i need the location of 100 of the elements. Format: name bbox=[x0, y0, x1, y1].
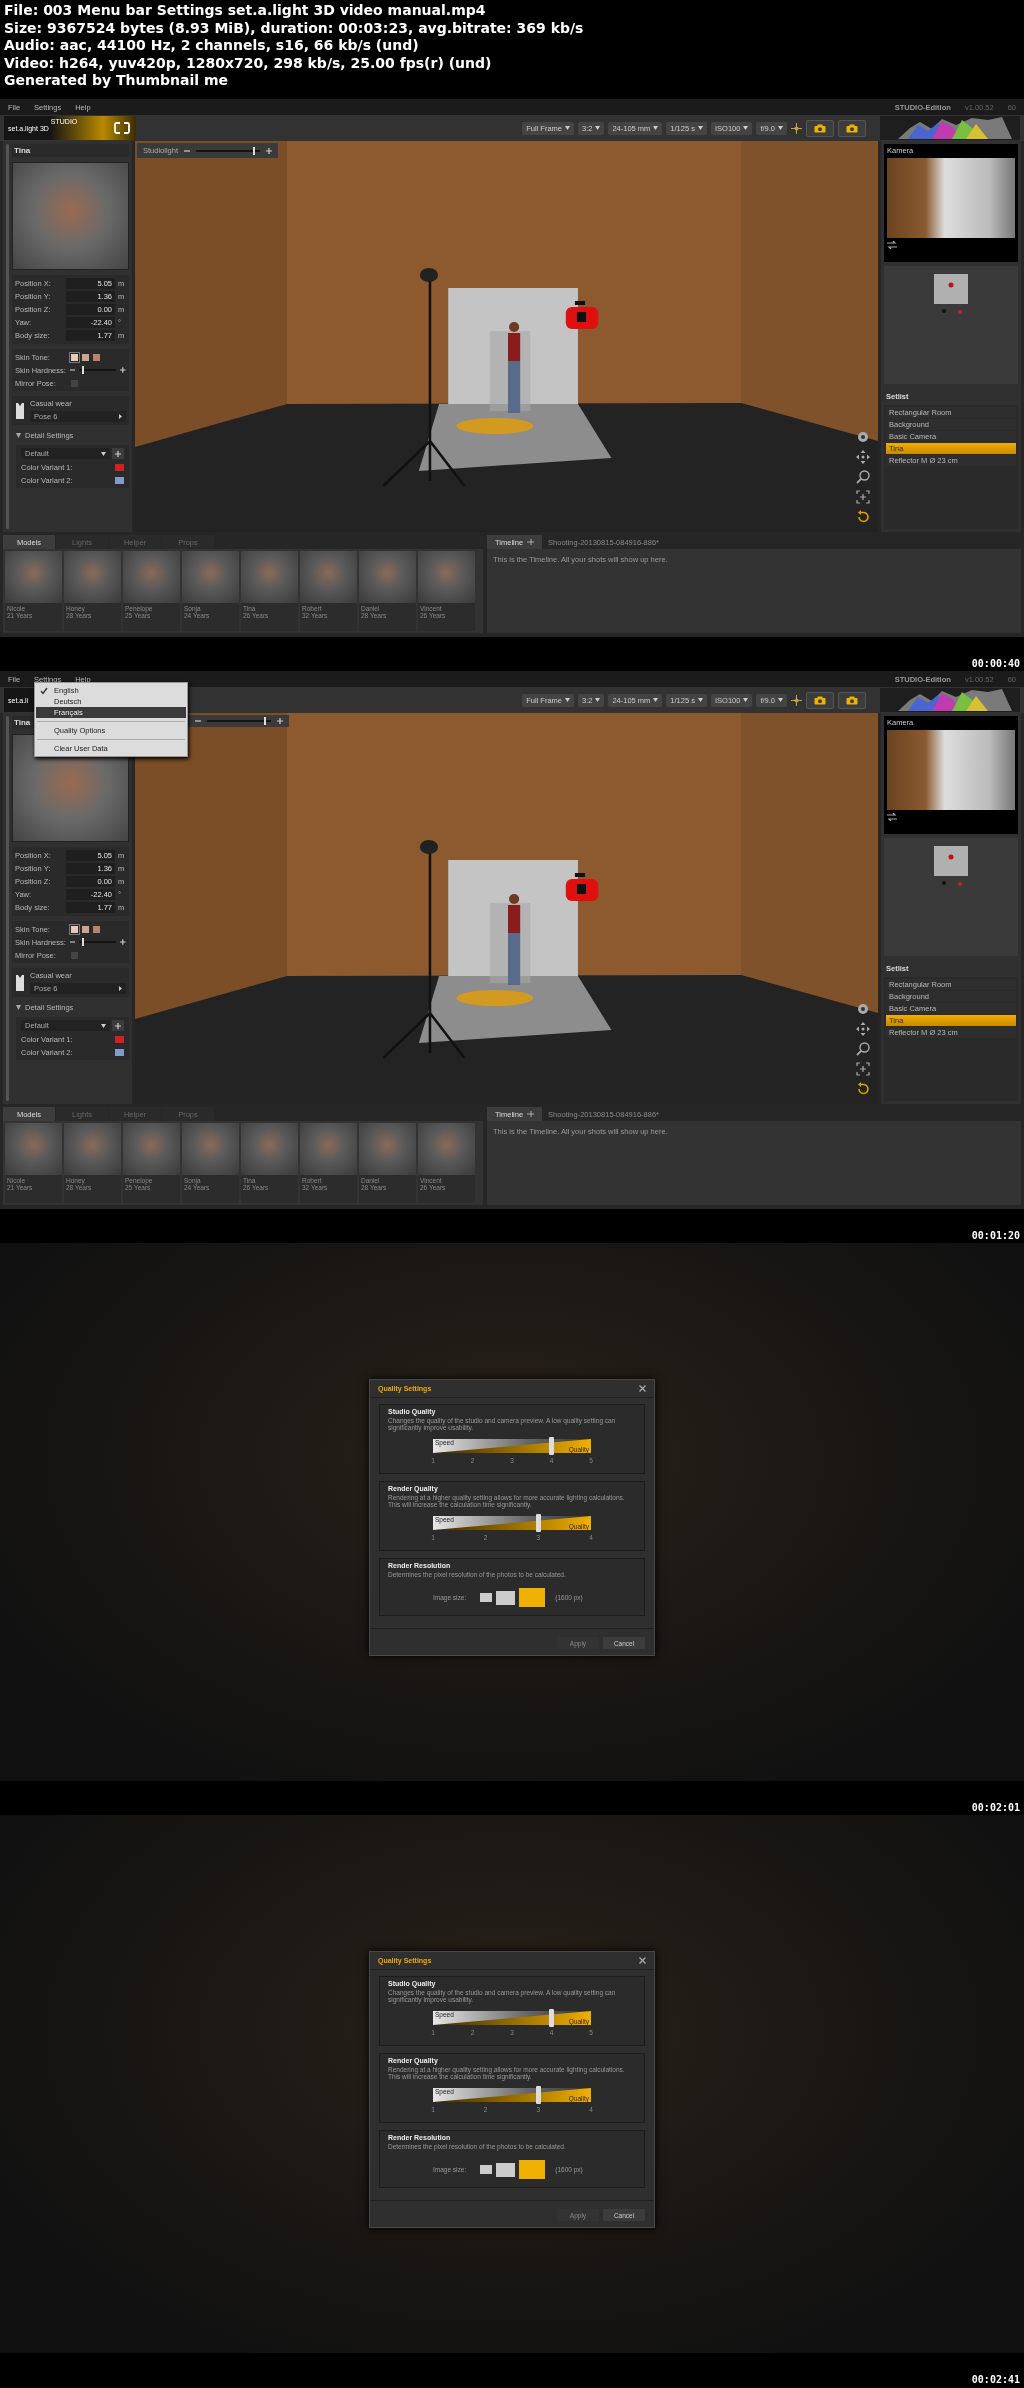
caret-icon bbox=[595, 126, 601, 130]
camera-button[interactable] bbox=[838, 691, 866, 709]
check-icon bbox=[40, 686, 48, 695]
slider-thumb[interactable] bbox=[549, 1437, 554, 1455]
crosshair-icon[interactable] bbox=[791, 694, 802, 706]
close-icon[interactable] bbox=[639, 1957, 646, 1964]
model-photo-placeholder bbox=[418, 551, 475, 603]
color-swatch[interactable] bbox=[82, 925, 89, 933]
camera-button[interactable] bbox=[806, 119, 834, 137]
size-option[interactable] bbox=[480, 1593, 493, 1602]
scrollbar[interactable] bbox=[6, 716, 9, 1101]
timestamp: 00:02:41 bbox=[971, 2374, 1020, 2385]
checkbox[interactable] bbox=[71, 951, 78, 959]
caret-icon bbox=[653, 698, 659, 702]
minus-icon[interactable] bbox=[69, 941, 76, 943]
color-swatch[interactable] bbox=[115, 1048, 124, 1056]
slider-track[interactable] bbox=[196, 149, 261, 152]
crosshair-icon[interactable] bbox=[791, 122, 802, 134]
size-option[interactable] bbox=[480, 2165, 493, 2174]
model-photo-placeholder bbox=[5, 551, 62, 603]
info-line: File: 003 Menu bar Settings set.a.light 3D video manual.mp4 bbox=[4, 2, 486, 20]
camera-icon bbox=[814, 695, 826, 705]
info-line: Video: h264, yuv420p, 1280x720, 298 kb/s, 25.00 fps(r) (und) bbox=[4, 54, 492, 72]
camera-button[interactable] bbox=[838, 119, 866, 137]
color-swatch[interactable] bbox=[71, 353, 78, 361]
color-swatch[interactable] bbox=[82, 353, 89, 361]
floor-plan-drawing bbox=[934, 846, 968, 886]
slider-thumb[interactable] bbox=[535, 1514, 541, 1532]
size-option[interactable] bbox=[519, 1588, 546, 1607]
camera-icon bbox=[846, 123, 858, 133]
checkbox[interactable] bbox=[71, 379, 78, 387]
slider-thumb[interactable] bbox=[82, 366, 85, 374]
minus-icon[interactable] bbox=[69, 369, 76, 371]
minus-icon[interactable] bbox=[184, 149, 191, 152]
move-icon[interactable] bbox=[856, 1022, 870, 1036]
move-icon[interactable] bbox=[856, 450, 870, 464]
model-photo-placeholder bbox=[123, 1123, 180, 1175]
model-photo-placeholder bbox=[182, 1123, 239, 1175]
color-swatch[interactable] bbox=[71, 925, 78, 933]
magnifier-icon[interactable] bbox=[856, 1042, 870, 1056]
caret-icon bbox=[101, 451, 106, 456]
caret-icon bbox=[697, 698, 703, 702]
slider-thumb[interactable] bbox=[82, 938, 85, 946]
slider-thumb[interactable] bbox=[263, 717, 266, 725]
info-line: Audio: aac, 44100 Hz, 2 channels, s16, 66 kb/s (und) bbox=[4, 37, 419, 55]
orbit-icon[interactable] bbox=[856, 430, 870, 444]
caret-icon bbox=[778, 698, 783, 702]
shirt-icon bbox=[15, 974, 25, 991]
size-option[interactable] bbox=[496, 1590, 516, 1605]
camera-button[interactable] bbox=[806, 691, 834, 709]
slider-thumb[interactable] bbox=[252, 146, 255, 155]
plus-icon[interactable] bbox=[120, 939, 126, 945]
triangle-icon bbox=[16, 432, 21, 438]
model-photo-placeholder bbox=[64, 551, 121, 603]
caret-icon bbox=[565, 698, 570, 702]
caret-icon bbox=[565, 126, 570, 130]
model-photo-placeholder bbox=[359, 1123, 416, 1175]
color-swatch[interactable] bbox=[93, 925, 100, 933]
floor-plan-drawing bbox=[934, 274, 968, 314]
close-icon[interactable] bbox=[639, 1385, 646, 1392]
swap-arrows-icon[interactable] bbox=[887, 241, 897, 249]
model-photo-placeholder bbox=[359, 551, 416, 603]
size-option[interactable] bbox=[519, 2160, 546, 2179]
model-photo-placeholder bbox=[300, 1123, 357, 1175]
plus-icon[interactable] bbox=[277, 718, 283, 724]
caret-icon bbox=[697, 126, 703, 130]
shirt-icon bbox=[15, 402, 25, 419]
camera-icon bbox=[814, 123, 826, 133]
caret-icon bbox=[778, 126, 783, 130]
model-photo-placeholder bbox=[123, 551, 180, 603]
plus-icon[interactable] bbox=[120, 367, 126, 373]
plus-icon[interactable] bbox=[266, 147, 273, 154]
color-swatch[interactable] bbox=[115, 1035, 124, 1043]
swap-arrows-icon[interactable] bbox=[887, 813, 897, 821]
scrollbar[interactable] bbox=[6, 144, 9, 529]
orbit-icon[interactable] bbox=[856, 1002, 870, 1016]
caret-icon bbox=[101, 1023, 106, 1028]
caret-icon bbox=[119, 986, 122, 991]
camera-icon bbox=[846, 695, 858, 705]
model-photo-placeholder bbox=[241, 551, 298, 603]
slider-thumb[interactable] bbox=[549, 2009, 554, 2027]
magnifier-icon[interactable] bbox=[856, 470, 870, 484]
model-photo-placeholder bbox=[241, 1123, 298, 1175]
model-name: Tina bbox=[12, 144, 129, 157]
frame-corners-icon[interactable] bbox=[856, 490, 870, 504]
model-photo-placeholder bbox=[5, 1123, 62, 1175]
color-swatch[interactable] bbox=[115, 476, 124, 484]
undo-icon[interactable] bbox=[856, 510, 870, 524]
caret-icon bbox=[743, 698, 749, 702]
model-photo-placeholder bbox=[418, 1123, 475, 1175]
bracket-icon bbox=[114, 122, 130, 134]
slider-thumb[interactable] bbox=[535, 2086, 541, 2104]
frame-corners-icon[interactable] bbox=[856, 1062, 870, 1076]
caret-icon bbox=[743, 126, 749, 130]
timestamp: 00:01:20 bbox=[971, 1230, 1020, 1241]
color-swatch[interactable] bbox=[93, 353, 100, 361]
undo-icon[interactable] bbox=[856, 1082, 870, 1096]
size-option[interactable] bbox=[496, 2162, 516, 2177]
caret-icon bbox=[119, 414, 122, 419]
color-swatch[interactable] bbox=[115, 463, 124, 471]
